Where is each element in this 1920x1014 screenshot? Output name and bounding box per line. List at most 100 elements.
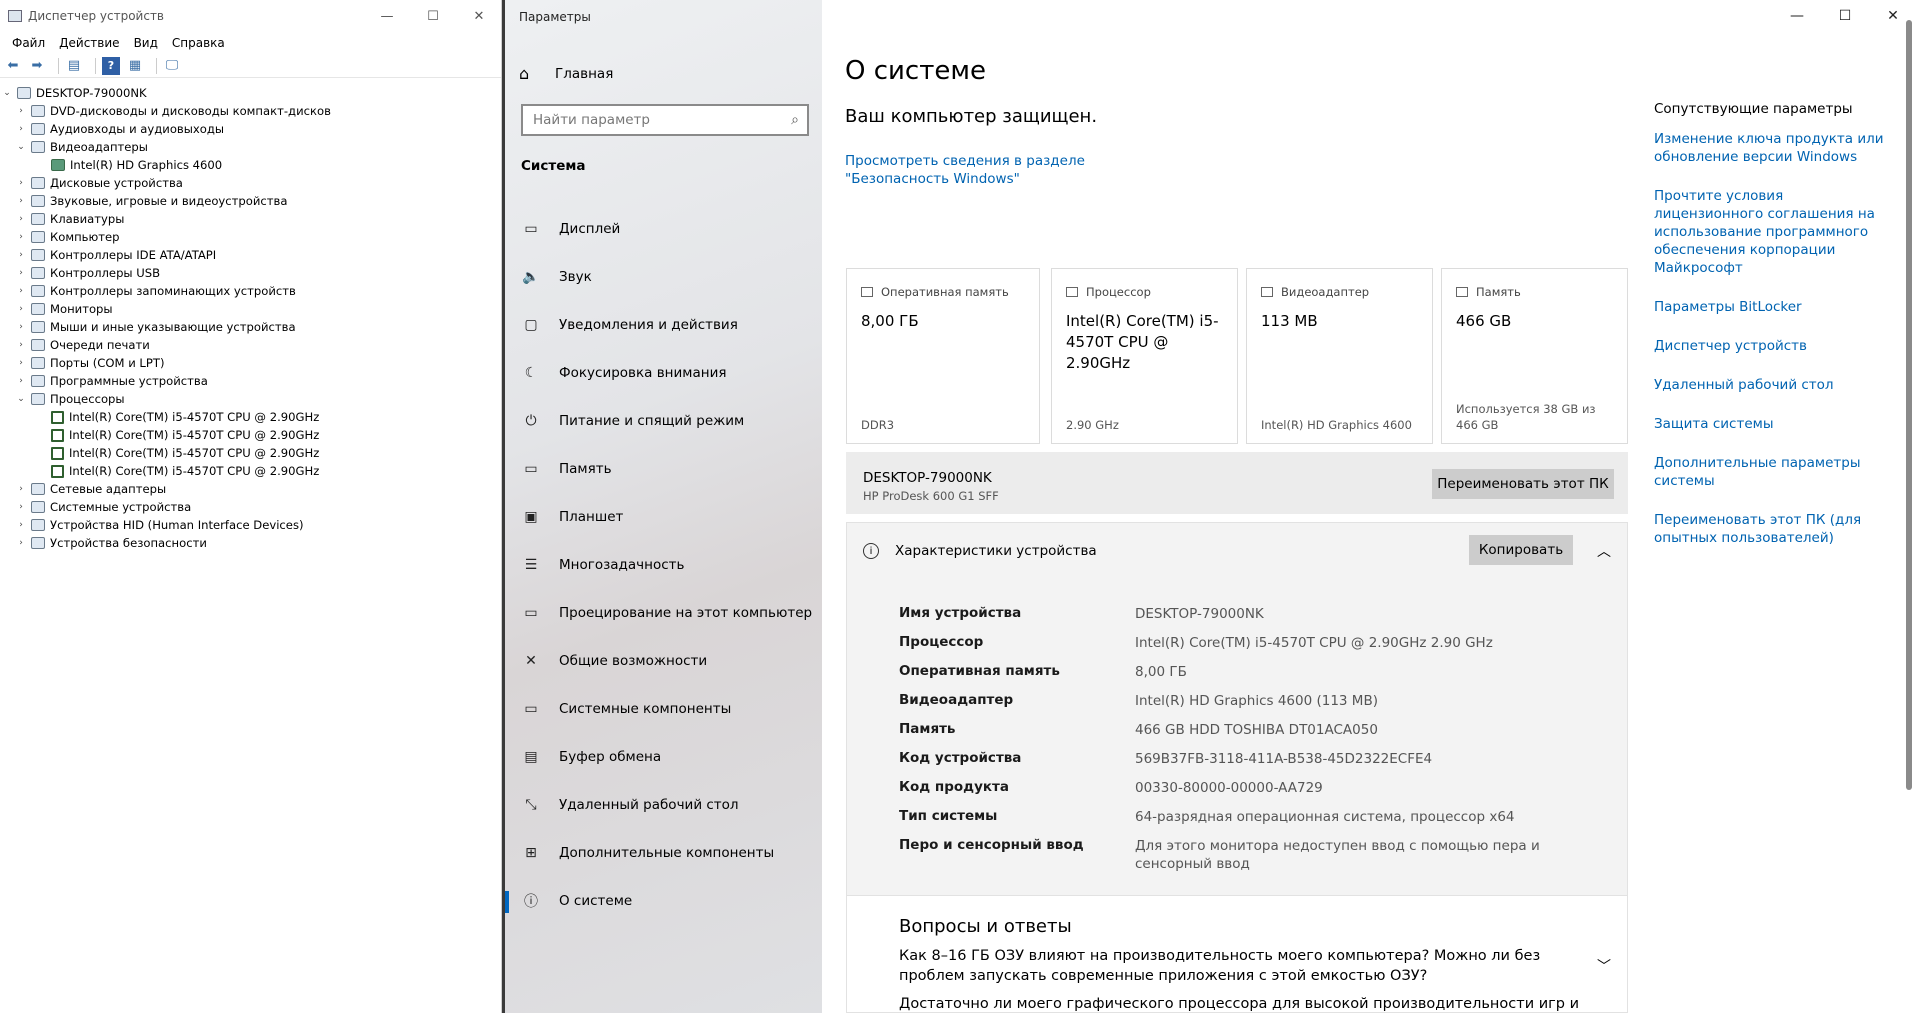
related-link[interactable]: Параметры BitLocker [1654, 298, 1884, 316]
faq-question-1[interactable]: Как 8–16 ГБ ОЗУ влияют на производительн… [899, 946, 1579, 986]
copy-button[interactable]: Копировать [1469, 535, 1573, 565]
card-storage-sub: Используется 38 GB из 466 GB [1456, 402, 1596, 432]
related-link[interactable]: Дополнительные параметры системы [1654, 454, 1884, 490]
nav-item[interactable]: ⓘ О системе [505, 877, 825, 925]
menu-view[interactable]: Вид [134, 36, 158, 50]
menu-help[interactable]: Справка [172, 36, 225, 50]
rename-pc-button[interactable]: Переименовать этот ПК [1432, 469, 1614, 499]
tree-category[interactable]: › Звуковые, игровые и видеоустройства [0, 192, 501, 210]
nav-item[interactable]: ▭ Системные компоненты [505, 685, 825, 733]
tree-device[interactable]: Intel(R) Core(TM) i5-4570T CPU @ 2.90GHz [0, 426, 501, 444]
chevron-right-icon[interactable]: › [14, 268, 28, 278]
chevron-right-icon[interactable]: › [14, 250, 28, 260]
help-icon[interactable]: ? [102, 56, 120, 75]
menu-action[interactable]: Действие [59, 36, 119, 50]
faq-question-2[interactable]: Достаточно ли моего графического процесс… [899, 994, 1579, 1014]
card-cpu-value: Intel(R) Core(TM) i5-4570T CPU @ 2.90GHz [1066, 312, 1219, 372]
spec-row: Видеоадаптер Intel(R) HD Graphics 4600 (1… [899, 692, 1599, 721]
chevron-right-icon[interactable]: › [14, 322, 28, 332]
tree-category[interactable]: › Компьютер [0, 228, 501, 246]
chevron-down-icon[interactable]: ﹀ [1597, 956, 1611, 976]
chevron-right-icon[interactable]: › [14, 106, 28, 116]
related-link[interactable]: Защита системы [1654, 415, 1884, 433]
menu-file[interactable]: Файл [12, 36, 45, 50]
nav-item[interactable]: ⤡ Удаленный рабочий стол [505, 781, 825, 829]
nav-item[interactable]: ▭ Проецирование на этот компьютер [505, 589, 825, 637]
tree-category[interactable]: › Контроллеры IDE ATA/ATAPI [0, 246, 501, 264]
security-link[interactable]: Просмотреть сведения в разделе "Безопасн… [845, 152, 1175, 188]
nav-item[interactable]: ☾ Фокусировка внимания [505, 349, 825, 397]
tree-category[interactable]: › Программные устройства [0, 372, 501, 390]
scrollbar[interactable] [1906, 20, 1912, 790]
chevron-right-icon[interactable]: › [14, 304, 28, 314]
nav-item[interactable]: 🔈 Звук [505, 253, 825, 301]
tree-category[interactable]: › Контроллеры запоминающих устройств [0, 282, 501, 300]
tree-category[interactable]: › DVD-дисководы и дисководы компакт-диско… [0, 102, 501, 120]
chevron-right-icon[interactable]: › [14, 538, 28, 548]
tree-category[interactable]: › Сетевые адаптеры [0, 480, 501, 498]
settings-minimize-button[interactable]: — [1774, 0, 1820, 32]
tree-device[interactable]: Intel(R) HD Graphics 4600 [0, 156, 501, 174]
related-link[interactable]: Удаленный рабочий стол [1654, 376, 1884, 394]
tree-node-label: Мониторы [50, 302, 113, 316]
nav-item[interactable]: ☰ Многозадачность [505, 541, 825, 589]
nav-item[interactable]: ▭ Дисплей [505, 205, 825, 253]
tree-category[interactable]: › Устройства безопасности [0, 534, 501, 552]
nav-item[interactable]: ⏻ Питание и спящий режим [505, 397, 825, 445]
search-input[interactable]: Найти параметр ⌕ [521, 104, 809, 136]
nav-item[interactable]: ▣ Планшет [505, 493, 825, 541]
chevron-right-icon[interactable]: › [14, 178, 28, 188]
chevron-right-icon[interactable]: › [14, 520, 28, 530]
properties-icon[interactable]: ▤ [65, 57, 83, 75]
tree-category[interactable]: › Дисковые устройства [0, 174, 501, 192]
back-icon[interactable]: ⬅ [4, 57, 22, 75]
dm-maximize-button[interactable]: ☐ [410, 0, 456, 32]
tree-category[interactable]: › Мыши и иные указывающие устройства [0, 318, 501, 336]
tree-category[interactable]: › Контроллеры USB [0, 264, 501, 282]
tree-category[interactable]: › Мониторы [0, 300, 501, 318]
related-link[interactable]: Переименовать этот ПК (для опытных польз… [1654, 511, 1884, 547]
nav-home[interactable]: ⌂ Главная [519, 64, 613, 83]
chevron-right-icon[interactable]: › [14, 376, 28, 386]
chevron-down-icon[interactable]: ⌄ [14, 394, 28, 404]
dm-minimize-button[interactable]: — [364, 0, 410, 32]
tree-category[interactable]: › Порты (COM и LPT) [0, 354, 501, 372]
show-hidden-icon[interactable]: ▦ [126, 57, 144, 75]
chevron-up-icon[interactable]: ︿ [1597, 541, 1611, 561]
chevron-right-icon[interactable]: › [14, 358, 28, 368]
tree-category[interactable]: ⌄ Видеоадаптеры [0, 138, 501, 156]
chevron-right-icon[interactable]: › [14, 502, 28, 512]
chevron-right-icon[interactable]: › [14, 340, 28, 350]
forward-icon[interactable]: ➡ [28, 57, 46, 75]
nav-item[interactable]: ▤ Буфер обмена [505, 733, 825, 781]
related-link[interactable]: Диспетчер устройств [1654, 337, 1884, 355]
related-link[interactable]: Прочтите условия лицензионного соглашени… [1654, 187, 1884, 277]
dm-close-button[interactable]: ✕ [456, 0, 501, 32]
nav-item[interactable]: ▭ Память [505, 445, 825, 493]
nav-item[interactable]: ⊞ Дополнительные компоненты [505, 829, 825, 877]
specs-header[interactable]: i Характеристики устройства [863, 543, 1097, 559]
tree-category[interactable]: › Клавиатуры [0, 210, 501, 228]
chevron-down-icon[interactable]: ⌄ [0, 88, 14, 98]
nav-item[interactable]: ▢ Уведомления и действия [505, 301, 825, 349]
chevron-down-icon[interactable]: ⌄ [14, 142, 28, 152]
chevron-right-icon[interactable]: › [14, 196, 28, 206]
chevron-right-icon[interactable]: › [14, 286, 28, 296]
tree-category[interactable]: ⌄ Процессоры [0, 390, 501, 408]
chevron-right-icon[interactable]: › [14, 124, 28, 134]
tree-category[interactable]: › Устройства HID (Human Interface Devices… [0, 516, 501, 534]
chevron-right-icon[interactable]: › [14, 232, 28, 242]
chevron-right-icon[interactable]: › [14, 484, 28, 494]
tree-category[interactable]: › Системные устройства [0, 498, 501, 516]
tree-category[interactable]: › Аудиовходы и аудиовыходы [0, 120, 501, 138]
tree-root[interactable]: ⌄ DESKTOP-79000NK [0, 84, 501, 102]
related-link[interactable]: Изменение ключа продукта или обновление … [1654, 130, 1884, 166]
tree-device[interactable]: Intel(R) Core(TM) i5-4570T CPU @ 2.90GHz [0, 462, 501, 480]
tree-device[interactable]: Intel(R) Core(TM) i5-4570T CPU @ 2.90GHz [0, 408, 501, 426]
tree-device[interactable]: Intel(R) Core(TM) i5-4570T CPU @ 2.90GHz [0, 444, 501, 462]
settings-maximize-button[interactable]: ☐ [1822, 0, 1868, 32]
chevron-right-icon[interactable]: › [14, 214, 28, 224]
nav-item[interactable]: ✕ Общие возможности [505, 637, 825, 685]
monitor-scan-icon[interactable]: 🖵 [163, 57, 181, 75]
tree-category[interactable]: › Очереди печати [0, 336, 501, 354]
